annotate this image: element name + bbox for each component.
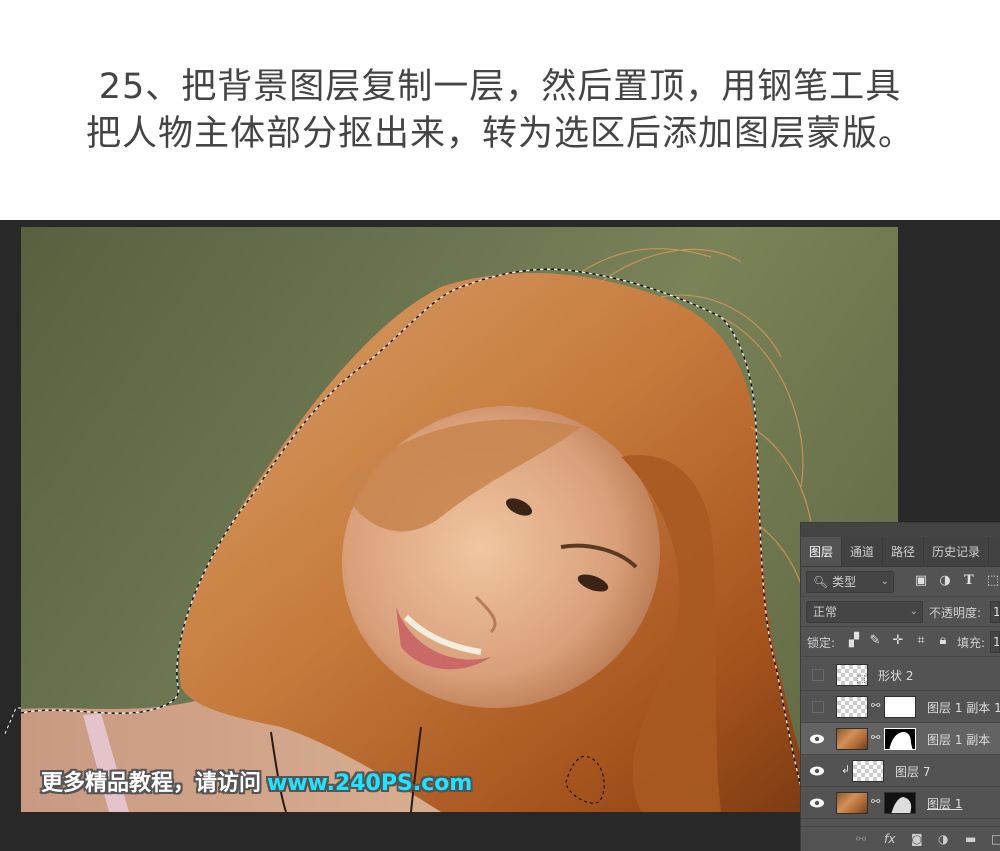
chevron-down-icon: ⌄ (909, 606, 918, 617)
layers-panel: 图层 通道 路径 历史记录 🔍︎ 类型 ⌄ ▣ ◑ T ⬚ 正常 ⌄ 不透明度:… (800, 522, 1000, 851)
lock-transparent-icon[interactable]: ▞ (846, 633, 862, 649)
panel-tabs: 图层 通道 路径 历史记录 (801, 537, 1000, 567)
document-canvas[interactable]: 更多精品教程，请访问 www.240PS.com (21, 227, 898, 812)
selection-marquee-outside (3, 707, 21, 737)
layer-row[interactable]: ⬚ 形状 2 (801, 659, 1000, 691)
tab-channels[interactable]: 通道 (842, 537, 884, 566)
panel-footer: ⚯ fx ◙ ◑ ▬ □ (801, 826, 1000, 851)
lock-row: 锁定: ▞ ✎ ✛ ⌗ 🔒︎ 填充: 1 (801, 627, 1000, 657)
image-icon[interactable]: ▣ (913, 573, 929, 589)
layer-mask-thumbnail[interactable] (884, 696, 916, 718)
layer-mask-thumbnail[interactable] (884, 792, 916, 814)
layer-name: 形状 2 (878, 669, 914, 683)
link-icon[interactable]: ⚯ (871, 731, 880, 747)
adjustment-icon[interactable]: ◑ (937, 573, 953, 589)
clipping-arrow-icon: ↲ (841, 763, 851, 776)
visibility-toggle[interactable] (812, 669, 824, 681)
layer-mask-thumbnail[interactable] (884, 728, 916, 750)
fill-input[interactable]: 1 (990, 631, 1000, 653)
lock-move-icon[interactable]: ✛ (890, 633, 906, 649)
layers-list: ⬚ 形状 2 ⚯ 图层 1 副本 1 ⚯ 图层 1 副本 ↲ 图层 7 ⚯ 图层… (801, 659, 1000, 819)
adjustment-layer-icon[interactable]: ◑ (938, 832, 948, 846)
layer-row[interactable]: ⚯ 图层 1 副本 1 (801, 691, 1000, 723)
layer-row[interactable]: ↲ 图层 7 (801, 755, 1000, 787)
lock-all-icon[interactable]: 🔒︎ (935, 633, 951, 649)
link-icon[interactable]: ⚯ (871, 795, 880, 811)
layer-name: 图层 1 副本 (927, 733, 991, 747)
opacity-label: 不透明度: (929, 606, 982, 620)
eye-icon[interactable] (809, 731, 825, 747)
blend-mode-value: 正常 (813, 605, 838, 619)
caption-line-1: 25、把背景图层复制一层，然后置顶，用钢笔工具 (98, 67, 902, 107)
add-mask-icon[interactable]: ◙ (911, 832, 923, 846)
layer-thumbnail (852, 760, 884, 782)
lock-artboard-icon[interactable]: ⌗ (913, 633, 929, 649)
tab-paths[interactable]: 路径 (883, 537, 925, 566)
tutorial-caption: 25、把背景图层复制一层，然后置顶，用钢笔工具 把人物主体部分抠出来，转为选区后… (0, 0, 1000, 220)
visibility-toggle[interactable] (812, 701, 824, 713)
search-icon: 🔍︎ (813, 575, 829, 589)
blend-row: 正常 ⌄ 不透明度: 1 (801, 597, 1000, 627)
mask-silhouette (889, 732, 913, 749)
group-folder-icon[interactable]: ▬ (965, 832, 976, 846)
fx-icon[interactable]: fx (884, 832, 895, 846)
layer-row[interactable]: ⚯ 图层 1 (801, 787, 1000, 819)
link-icon[interactable]: ⚯ (856, 832, 866, 846)
layer-row[interactable]: ⚯ 图层 1 副本 (801, 723, 1000, 755)
fill-label: 填充: (957, 636, 986, 650)
eye-icon[interactable] (809, 763, 825, 779)
link-icon[interactable]: ⚯ (871, 699, 880, 715)
filter-value: 类型 (832, 575, 857, 589)
tab-layers[interactable]: 图层 (801, 537, 843, 566)
shape-icon[interactable]: ⬚ (985, 573, 1000, 589)
type-icon[interactable]: T (961, 573, 977, 589)
mask-hair (891, 797, 912, 813)
watermark-url: www.240PS.com (267, 771, 473, 796)
layer-name: 图层 7 (895, 765, 931, 779)
new-layer-icon[interactable]: □ (991, 832, 1000, 846)
layer-thumbnail (836, 696, 868, 718)
watermark-text: 更多精品教程，请访问 (41, 771, 262, 796)
tab-history[interactable]: 历史记录 (924, 537, 990, 566)
blend-mode-select[interactable]: 正常 ⌄ (806, 601, 923, 623)
lock-label: 锁定: (807, 636, 836, 650)
layer-thumbnail (836, 728, 868, 750)
layer-name: 图层 1 副本 1 (927, 701, 1000, 715)
layer-filter-select[interactable]: 🔍︎ 类型 ⌄ (806, 571, 894, 593)
shape-icon: ⬚ (856, 674, 866, 685)
chevron-down-icon: ⌄ (880, 576, 889, 587)
layer-thumbnail (836, 792, 868, 814)
panel-title-bar[interactable] (801, 523, 1000, 537)
lock-brush-icon[interactable]: ✎ (867, 633, 883, 649)
filter-row: 🔍︎ 类型 ⌄ ▣ ◑ T ⬚ (801, 567, 1000, 597)
caption-line-2: 把人物主体部分抠出来，转为选区后添加图层蒙版。 (85, 114, 914, 154)
layer-name: 图层 1 (927, 797, 963, 811)
opacity-input[interactable]: 1 (990, 601, 1000, 623)
portrait-illustration (21, 248, 821, 812)
site-watermark: 更多精品教程，请访问 www.240PS.com (41, 765, 472, 797)
eye-icon[interactable] (809, 795, 825, 811)
layer-thumbnail: ⬚ (836, 664, 868, 686)
